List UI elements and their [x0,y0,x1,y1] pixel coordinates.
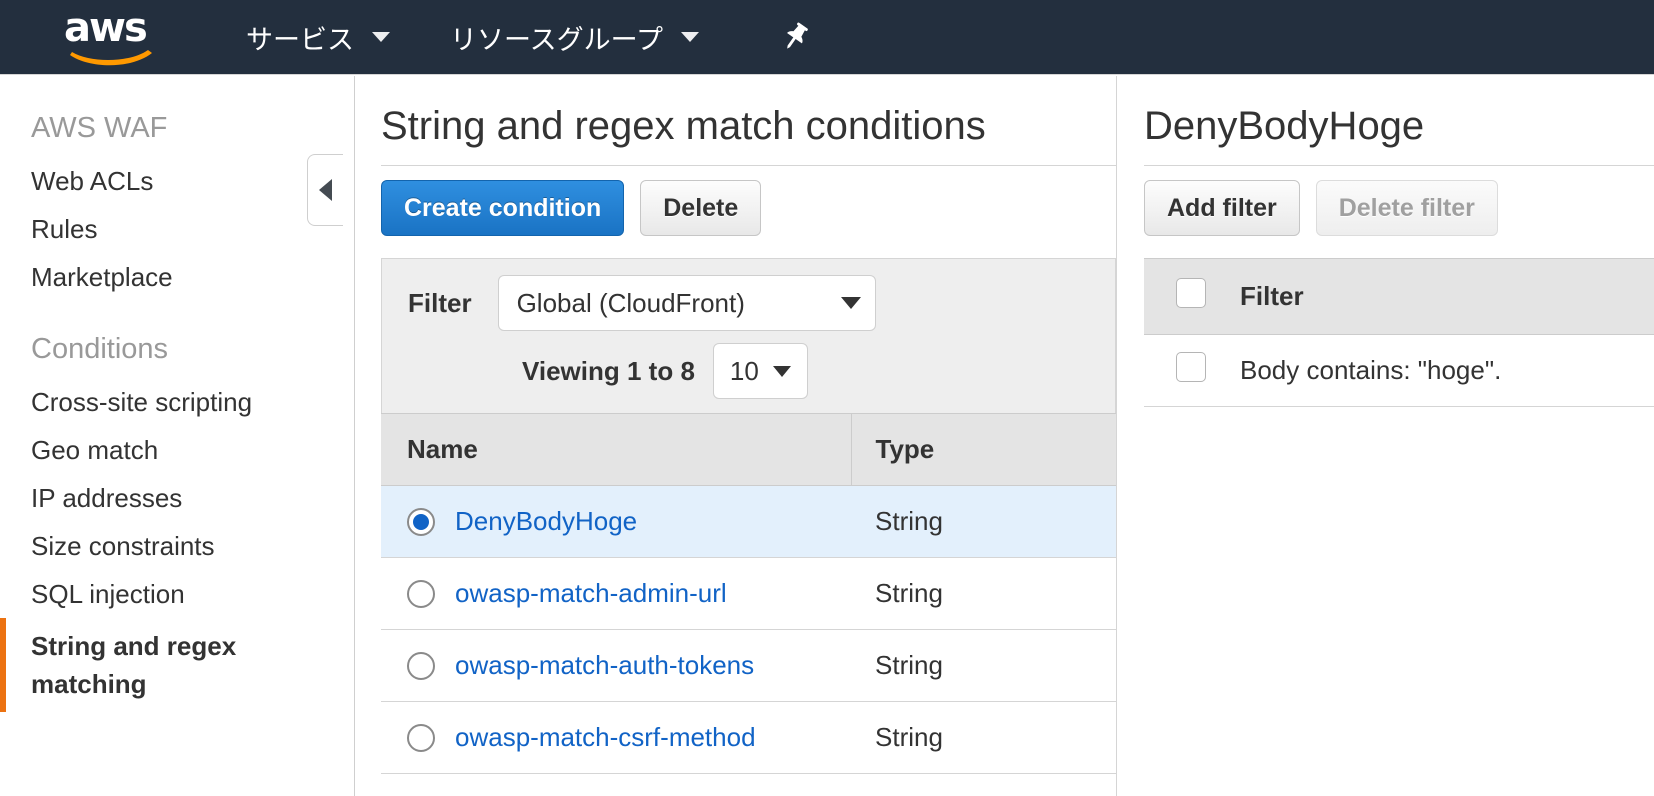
chevron-left-icon [319,179,332,201]
main-content: String and regex match conditions Create… [381,76,1116,796]
table-row[interactable]: DenyBodyHoge String [381,485,1116,558]
condition-name-link[interactable]: DenyBodyHoge [455,506,637,537]
row-radio-button[interactable] [407,651,435,680]
panel-divider [1116,76,1117,796]
table-header-row: Name Type [381,413,1116,486]
detail-panel-title: DenyBodyHoge [1144,104,1654,166]
chevron-down-icon [372,32,390,42]
row-radio-button[interactable] [407,579,435,608]
aws-logo[interactable]: aws [64,5,160,66]
conditions-table: Name Type DenyBodyHoge String owasp-matc… [381,413,1116,774]
detail-panel: DenyBodyHoge Add filter Delete filter Fi… [1144,76,1654,796]
condition-name-link[interactable]: owasp-match-auth-tokens [455,650,754,681]
viewing-count-label: Viewing 1 to 8 [522,355,695,386]
filter-row: Filter Global (CloudFront) [382,275,1115,331]
filter-row-item[interactable]: Body contains: "hoge". [1144,334,1654,407]
main-action-buttons: Create condition Delete [381,180,1116,236]
filters-table: Filter Body contains: "hoge". [1144,258,1654,407]
condition-type: String [851,557,1116,630]
condition-type: String [851,701,1116,774]
chevron-down-icon [772,365,791,377]
select-all-checkbox[interactable] [1176,278,1206,308]
pin-icon[interactable] [779,20,813,54]
region-filter-value: Global (CloudFront) [516,287,745,318]
chevron-down-icon [840,297,861,309]
column-header-filter[interactable]: Filter [1240,258,1654,335]
delete-filter-button: Delete filter [1315,180,1498,236]
row-radio-button[interactable] [407,723,435,752]
condition-name-link[interactable]: owasp-match-csrf-method [455,722,756,753]
filter-panel: Filter Global (CloudFront) Viewing 1 to … [381,258,1116,413]
nav-services-label: サービス [246,24,354,55]
top-navigation-bar: aws サービス リソースグループ [0,0,1654,75]
column-header-type[interactable]: Type [850,413,1116,486]
aws-logo-wordmark: aws [64,5,148,51]
column-header-name[interactable]: Name [381,413,851,486]
table-row[interactable]: owasp-match-csrf-method String [381,701,1116,774]
sidebar-item-cross-site-scripting[interactable]: Cross-site scripting [0,378,354,426]
sidebar-section-aws-waf: AWS WAF [31,112,168,144]
condition-type: String [851,485,1116,558]
left-sidebar: AWS WAF Web ACLs Rules Marketplace Condi… [0,76,355,796]
nav-resource-groups-label: リソースグループ [450,24,664,55]
row-radio-button[interactable] [407,507,435,536]
nav-services-menu[interactable]: サービス [240,0,396,75]
condition-type: String [851,629,1116,702]
page-size-select[interactable]: 10 [712,343,808,399]
delete-button[interactable]: Delete [640,180,762,236]
detail-action-buttons: Add filter Delete filter [1144,180,1654,236]
sidebar-item-geo-match[interactable]: Geo match [0,426,354,474]
select-all-header-cell [1144,258,1240,335]
aws-smile-icon [70,50,152,66]
sidebar-item-sql-injection[interactable]: SQL injection [0,570,354,618]
table-row[interactable]: owasp-match-admin-url String [381,557,1116,630]
viewing-row: Viewing 1 to 8 10 [382,343,1115,399]
sidebar-item-web-acls[interactable]: Web ACLs [0,157,354,205]
filters-table-header-row: Filter [1144,258,1654,335]
page-size-value: 10 [729,355,759,386]
sidebar-item-marketplace[interactable]: Marketplace [0,253,354,301]
filter-description: Body contains: "hoge". [1240,334,1654,407]
region-filter-select[interactable]: Global (CloudFront) [497,275,876,331]
table-row[interactable]: owasp-match-auth-tokens String [381,629,1116,702]
create-condition-button[interactable]: Create condition [381,180,625,236]
sidebar-item-ip-addresses[interactable]: IP addresses [0,474,354,522]
sidebar-item-string-and-regex-matching[interactable]: String and regex matching [0,618,300,712]
add-filter-button[interactable]: Add filter [1144,180,1300,236]
condition-name-link[interactable]: owasp-match-admin-url [455,578,727,609]
nav-resource-groups-menu[interactable]: リソースグループ [444,0,705,75]
sidebar-collapse-toggle[interactable] [307,154,343,226]
filter-label: Filter [408,287,472,318]
page-title: String and regex match conditions [381,104,1116,166]
row-checkbox[interactable] [1176,352,1206,382]
sidebar-item-rules[interactable]: Rules [0,205,354,253]
sidebar-item-size-constraints[interactable]: Size constraints [0,522,354,570]
chevron-down-icon [681,32,700,42]
sidebar-section-conditions: Conditions [31,333,169,365]
